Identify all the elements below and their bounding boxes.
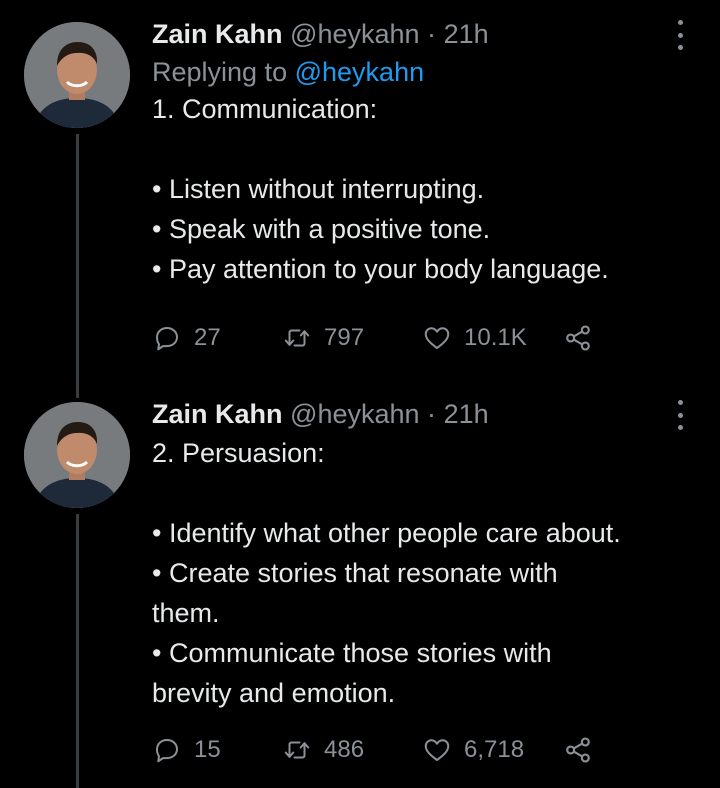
author-name[interactable]: Zain Kahn: [152, 19, 283, 49]
timestamp[interactable]: 21h: [444, 19, 489, 49]
profile-photo: [24, 402, 130, 508]
avatar[interactable]: [24, 402, 130, 508]
tweet-text-line: brevity and emotion.: [152, 678, 396, 708]
tweet-text-line: • Identify what other people care about.: [152, 518, 621, 548]
replying-to-label: Replying to: [152, 57, 288, 87]
retweet-icon: [284, 741, 310, 759]
avatar[interactable]: [24, 22, 130, 128]
like-count: 6,718: [464, 736, 525, 763]
tweet-actions: 15 486 6,718: [152, 730, 622, 770]
tweet-text-line: 1. Communication:: [152, 94, 378, 124]
tweet-text-line: • Create stories that resonate with: [152, 558, 558, 588]
tweet-2[interactable]: Zain Kahn @heykahn · 21h 2. Persuasion: …: [0, 380, 720, 788]
separator-dot: ·: [427, 399, 437, 429]
share-icon: [566, 325, 590, 351]
more-icon[interactable]: [670, 20, 690, 50]
reply-count: 27: [194, 324, 221, 351]
replying-to-link[interactable]: @heykahn: [295, 57, 425, 87]
replying-to: Replying to @heykahn: [152, 55, 702, 89]
tweet-text-line: • Listen without interrupting.: [152, 174, 485, 204]
reply-button[interactable]: 15: [152, 735, 282, 765]
like-button[interactable]: 6,718: [422, 735, 562, 765]
tweet-text: 1. Communication: • Listen without inter…: [152, 89, 702, 289]
retweet-button[interactable]: 486: [282, 735, 422, 765]
retweet-count: 797: [324, 324, 365, 351]
author-name[interactable]: Zain Kahn: [152, 399, 283, 429]
retweet-count: 486: [324, 736, 365, 763]
retweet-icon: [284, 329, 310, 347]
tweet-text-line: 2. Persuasion:: [152, 438, 325, 468]
tweet-text-line: • Speak with a positive tone.: [152, 214, 491, 244]
share-button[interactable]: [562, 322, 594, 354]
like-count: 10.1K: [464, 324, 527, 351]
tweet-text-line: them.: [152, 598, 220, 628]
author-handle[interactable]: @heykahn: [290, 399, 420, 429]
author-handle[interactable]: @heykahn: [290, 19, 420, 49]
separator-dot: ·: [427, 19, 437, 49]
tweet-header: Zain Kahn @heykahn · 21h: [152, 397, 702, 431]
like-icon: [424, 739, 450, 761]
more-icon[interactable]: [670, 400, 690, 430]
tweet-text: 2. Persuasion: • Identify what other peo…: [152, 433, 702, 713]
profile-photo: [24, 22, 130, 128]
reply-icon: [156, 739, 178, 763]
tweet-text-line: • Communicate those stories with: [152, 638, 552, 668]
share-icon: [566, 737, 590, 763]
tweet-1[interactable]: Zain Kahn @heykahn · 21h Replying to @he…: [0, 0, 720, 400]
reply-icon: [156, 327, 178, 351]
tweet-header: Zain Kahn @heykahn · 21h: [152, 17, 702, 51]
tweet-text-line: • Pay attention to your body language.: [152, 254, 609, 284]
retweet-button[interactable]: 797: [282, 323, 422, 353]
share-button[interactable]: [562, 734, 594, 766]
like-button[interactable]: 10.1K: [422, 323, 562, 353]
tweet-actions: 27 797 10.1K: [152, 318, 622, 358]
reply-count: 15: [194, 736, 221, 763]
timestamp[interactable]: 21h: [444, 399, 489, 429]
like-icon: [424, 327, 450, 349]
reply-button[interactable]: 27: [152, 323, 282, 353]
